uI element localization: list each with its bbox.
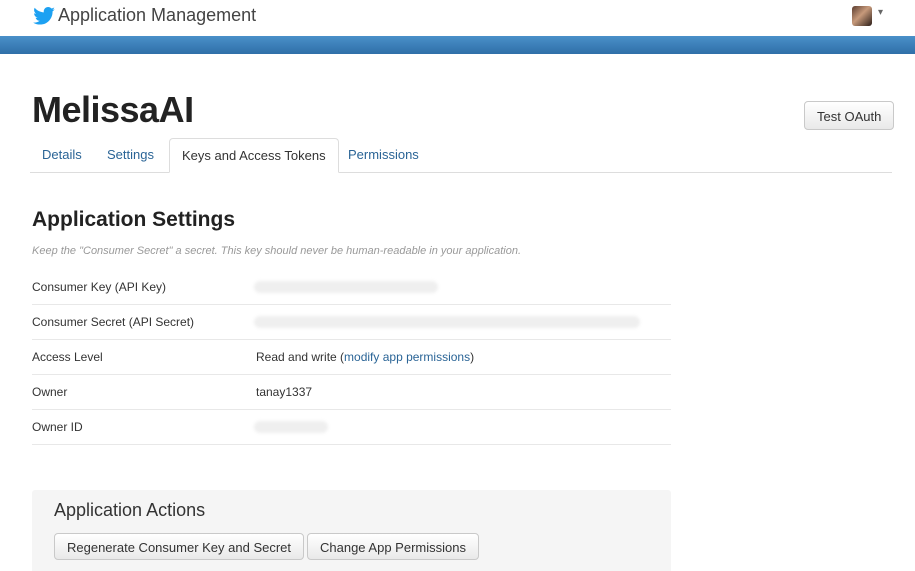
regenerate-consumer-key-button[interactable]: Regenerate Consumer Key and Secret <box>54 533 305 560</box>
table-row: Consumer Secret (API Secret) <box>32 305 671 340</box>
owner-id-label: Owner ID <box>32 420 83 434</box>
header-accent-bar <box>0 36 915 54</box>
change-app-permissions-button[interactable]: Change App Permissions <box>307 533 479 560</box>
app-name-title: MelissaAI <box>32 89 194 130</box>
owner-id-value-redacted[interactable] <box>254 421 328 433</box>
tab-details[interactable]: Details <box>30 138 94 172</box>
consumer-secret-value-redacted[interactable] <box>254 316 640 328</box>
tab-keys-and-access-tokens[interactable]: Keys and Access Tokens <box>169 138 339 173</box>
page-header-title[interactable]: Application Management <box>58 5 256 26</box>
access-level-suffix: ) <box>470 350 475 364</box>
top-navbar: Application Management ▾ <box>0 0 915 36</box>
consumer-key-label: Consumer Key (API Key) <box>32 280 167 294</box>
table-row: Owner tanay1337 <box>32 375 671 410</box>
access-level-text: Read and write ( <box>256 350 345 364</box>
user-avatar[interactable] <box>852 6 872 26</box>
modify-app-permissions-link[interactable]: modify app permissions <box>344 350 470 364</box>
application-settings-heading: Application Settings <box>32 208 236 231</box>
test-oauth-button[interactable]: Test OAuth <box>804 101 895 130</box>
app-tabs: Details Settings Keys and Access Tokens … <box>30 138 892 173</box>
settings-table: Consumer Key (API Key) Consumer Secret (… <box>32 270 671 445</box>
twitter-bird-icon[interactable] <box>33 7 55 25</box>
chevron-down-icon[interactable]: ▾ <box>878 7 883 18</box>
consumer-secret-label: Consumer Secret (API Secret) <box>32 315 195 329</box>
application-actions-panel: Application Actions Regenerate Consumer … <box>32 490 671 571</box>
consumer-key-value-redacted[interactable] <box>254 281 438 293</box>
access-level-label: Access Level <box>32 350 103 364</box>
consumer-secret-note: Keep the "Consumer Secret" a secret. Thi… <box>32 245 522 257</box>
table-row: Consumer Key (API Key) <box>32 270 671 305</box>
tab-permissions[interactable]: Permissions <box>336 138 431 172</box>
table-row: Owner ID <box>32 410 671 445</box>
owner-label: Owner <box>32 385 68 399</box>
table-row: Access Level Read and write (modify app … <box>32 340 671 375</box>
application-actions-heading: Application Actions <box>54 500 206 520</box>
tab-settings[interactable]: Settings <box>95 138 166 172</box>
owner-value: tanay1337 <box>256 385 313 399</box>
access-level-value: Read and write (modify app permissions) <box>256 350 474 364</box>
